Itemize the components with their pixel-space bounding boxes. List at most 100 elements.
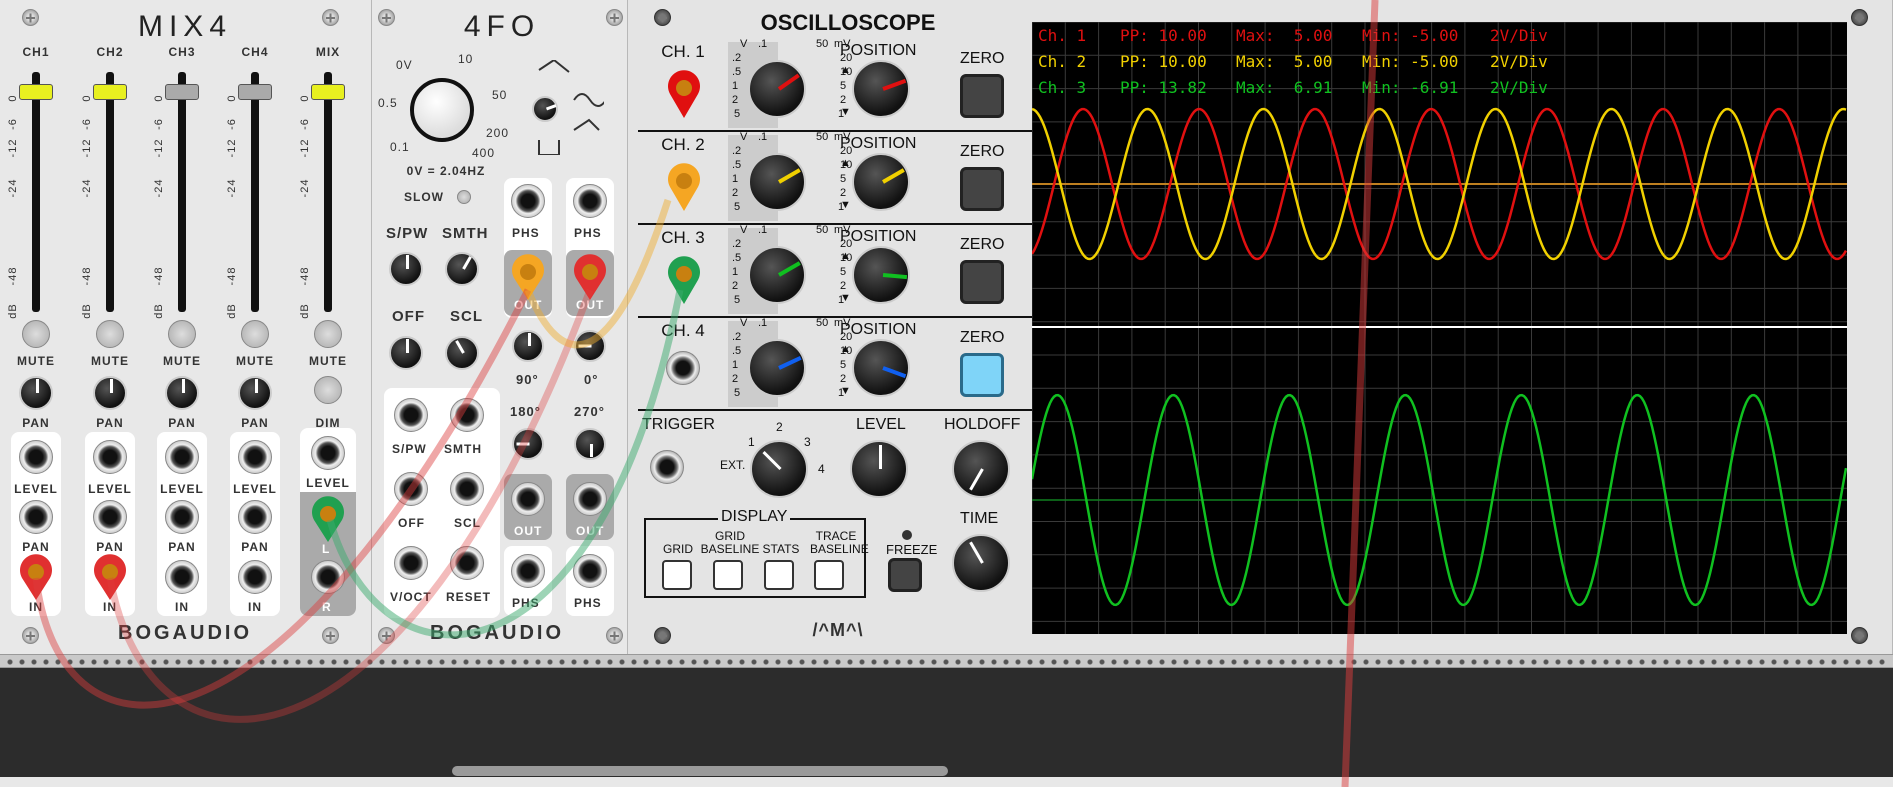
pan-cv-jack[interactable]: [93, 500, 127, 534]
freeze-button[interactable]: [888, 558, 922, 592]
scl-knob[interactable]: [445, 336, 479, 370]
volts-per-div-knob[interactable]: [748, 339, 806, 397]
dim-button[interactable]: [314, 376, 342, 404]
fader[interactable]: [311, 84, 345, 100]
volts-scale-label: .5: [732, 345, 742, 357]
time-knob[interactable]: [952, 534, 1010, 592]
out-180-jack[interactable]: [511, 482, 545, 516]
phase-0-knob[interactable]: [574, 330, 606, 362]
orange-plug[interactable]: [508, 254, 548, 302]
stat-min: Min: -5.00: [1362, 52, 1459, 71]
grid-toggle[interactable]: [662, 560, 692, 590]
volts-per-div-knob[interactable]: [748, 246, 806, 304]
fader[interactable]: [165, 84, 199, 100]
frequency-knob[interactable]: [410, 78, 474, 142]
voct-jack[interactable]: [394, 546, 428, 580]
mute-button[interactable]: [241, 320, 269, 348]
holdoff-knob[interactable]: [952, 440, 1010, 498]
pan-knob[interactable]: [19, 376, 53, 410]
zero-button[interactable]: [960, 260, 1004, 304]
volts-scale-label: V: [740, 224, 748, 236]
position-label: POSITION: [840, 321, 917, 338]
zero-button[interactable]: [960, 167, 1004, 211]
channel-input-plug[interactable]: [664, 163, 704, 213]
pan-knob[interactable]: [93, 376, 127, 410]
channel-input-jack[interactable]: [666, 351, 700, 385]
trig-scale: 3: [804, 435, 811, 449]
mute-button[interactable]: [314, 320, 342, 348]
smth-knob[interactable]: [445, 252, 479, 286]
pan-cv-jack[interactable]: [165, 500, 199, 534]
pan-knob[interactable]: [165, 376, 199, 410]
red-plug[interactable]: [570, 254, 610, 302]
reset-jack[interactable]: [450, 546, 484, 580]
zero-button[interactable]: [960, 74, 1004, 118]
scl-cv-jack[interactable]: [450, 472, 484, 506]
smth-cv-jack[interactable]: [450, 398, 484, 432]
position-knob[interactable]: [852, 246, 910, 304]
off-cv-jack[interactable]: [394, 472, 428, 506]
out-label: OUT: [576, 298, 605, 312]
waveform-knob[interactable]: [532, 96, 558, 122]
zero-button[interactable]: [960, 353, 1004, 397]
trigger-level-knob[interactable]: [850, 440, 908, 498]
phs-jack[interactable]: [511, 184, 545, 218]
pan-label: PAN: [22, 416, 50, 430]
volts-scale-label: 5: [734, 201, 741, 213]
phs-jack[interactable]: [573, 554, 607, 588]
volts-per-div-knob[interactable]: [748, 153, 806, 211]
phase-180-knob[interactable]: [512, 428, 544, 460]
input-jack[interactable]: [165, 560, 199, 594]
pan-label: PAN: [168, 416, 196, 430]
trigger-input-knob[interactable]: [750, 440, 808, 498]
mute-button[interactable]: [96, 320, 124, 348]
input-plug-red[interactable]: [16, 554, 56, 602]
level-cv-jack[interactable]: [19, 440, 53, 474]
off-label: OFF: [392, 308, 425, 325]
fader[interactable]: [238, 84, 272, 100]
mute-button[interactable]: [22, 320, 50, 348]
horizontal-scrollbar[interactable]: [452, 766, 948, 776]
spw-knob[interactable]: [389, 252, 423, 286]
pan-knob[interactable]: [238, 376, 272, 410]
volts-scale-label: 5: [734, 108, 741, 120]
off-knob[interactable]: [389, 336, 423, 370]
pan-cv-jack[interactable]: [19, 500, 53, 534]
phase-270-knob[interactable]: [574, 428, 606, 460]
trigger-ext-jack[interactable]: [650, 450, 684, 484]
spw-cv-jack[interactable]: [394, 398, 428, 432]
freq-scale-label: 0V: [396, 58, 413, 72]
level-cv-jack[interactable]: [238, 440, 272, 474]
phase-90-knob[interactable]: [512, 330, 544, 362]
freq-scale-label: 400: [472, 146, 496, 160]
grid-baseline-toggle[interactable]: [713, 560, 743, 590]
pan-cv-jack[interactable]: [238, 500, 272, 534]
mute-button[interactable]: [168, 320, 196, 348]
brand-label: BOGAUDIO: [430, 622, 564, 644]
channel-input-plug[interactable]: [664, 256, 704, 306]
input-jack[interactable]: [238, 560, 272, 594]
trace-baseline-toggle[interactable]: [814, 560, 844, 590]
position-knob[interactable]: [852, 153, 910, 211]
stats-toggle[interactable]: [764, 560, 794, 590]
volts-scale-label: .2: [732, 238, 742, 250]
fader[interactable]: [19, 84, 53, 100]
phs-jack[interactable]: [573, 184, 607, 218]
level-cv-jack[interactable]: [93, 440, 127, 474]
volts-per-div-knob[interactable]: [748, 60, 806, 118]
position-knob[interactable]: [852, 339, 910, 397]
slow-toggle[interactable]: [457, 190, 471, 204]
level-cv-jack[interactable]: [165, 440, 199, 474]
slow-label: SLOW: [404, 190, 444, 204]
right-out-jack[interactable]: [311, 560, 345, 594]
phs-jack[interactable]: [511, 554, 545, 588]
position-knob[interactable]: [852, 60, 910, 118]
display-grid-label: GRID: [663, 542, 693, 556]
out-270-jack[interactable]: [573, 482, 607, 516]
db-scale-label: -24: [7, 178, 19, 198]
output-plug-green[interactable]: [308, 496, 348, 544]
mix-level-cv-jack[interactable]: [311, 436, 345, 470]
channel-input-plug[interactable]: [664, 70, 704, 120]
fader[interactable]: [93, 84, 127, 100]
input-plug-red[interactable]: [90, 554, 130, 602]
